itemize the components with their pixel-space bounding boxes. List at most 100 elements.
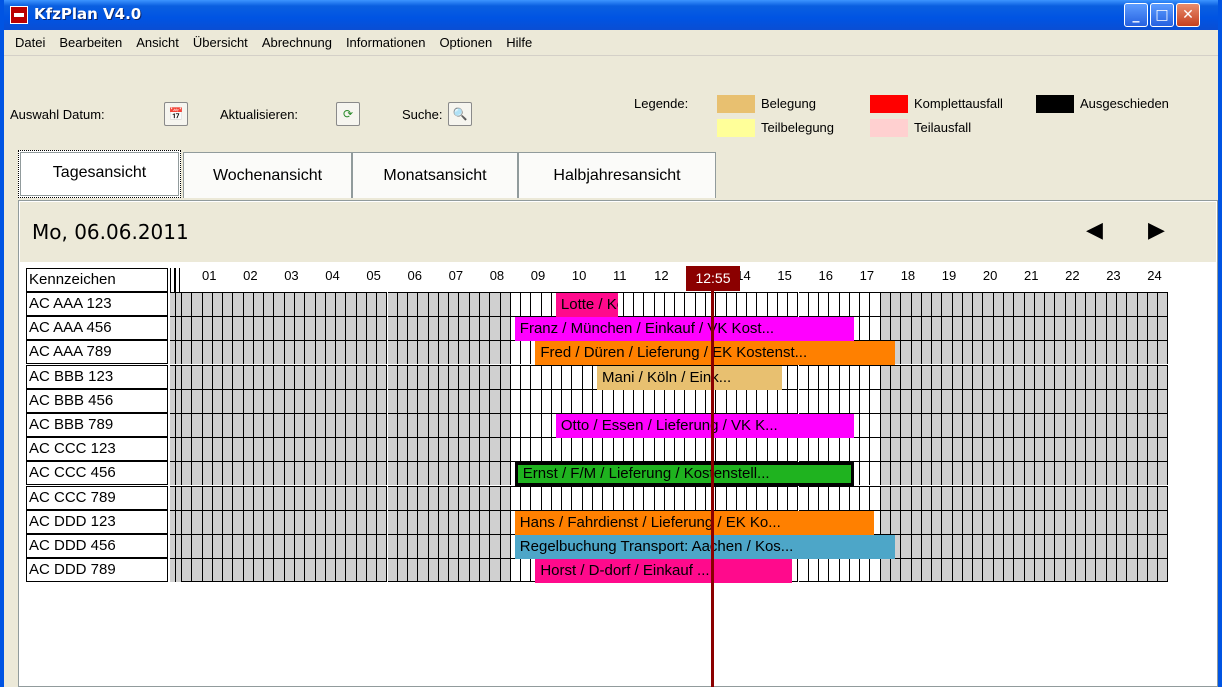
time-slot[interactable]: [521, 340, 532, 365]
time-slot[interactable]: [325, 316, 337, 341]
time-slot[interactable]: [962, 534, 974, 558]
time-slot[interactable]: [500, 364, 511, 389]
time-slot[interactable]: [880, 437, 891, 462]
time-slot[interactable]: [993, 316, 1004, 341]
time-slot[interactable]: [880, 558, 891, 583]
time-slot[interactable]: [1055, 558, 1066, 583]
time-slot[interactable]: [880, 316, 891, 341]
time-slot[interactable]: [274, 485, 285, 510]
time-slot[interactable]: [510, 292, 522, 316]
time-slot[interactable]: [1137, 316, 1148, 341]
time-slot[interactable]: [973, 364, 984, 389]
time-slot[interactable]: [880, 292, 891, 316]
time-slot[interactable]: [377, 413, 388, 437]
time-slot[interactable]: [479, 413, 491, 437]
time-slot[interactable]: [428, 413, 439, 437]
time-slot[interactable]: [438, 364, 450, 389]
time-slot[interactable]: [921, 437, 933, 462]
time-slot[interactable]: [428, 534, 439, 558]
license-plate-cell[interactable]: AC AAA 456: [26, 316, 168, 341]
time-slot[interactable]: [377, 292, 388, 316]
time-slot[interactable]: [726, 485, 737, 510]
time-slot[interactable]: [233, 364, 244, 389]
time-slot[interactable]: [295, 388, 306, 413]
time-slot[interactable]: [387, 413, 398, 437]
time-slot[interactable]: [295, 340, 306, 365]
time-slot[interactable]: [1034, 485, 1046, 510]
time-slot[interactable]: [664, 388, 676, 413]
time-slot[interactable]: [726, 437, 737, 462]
time-slot[interactable]: [942, 413, 953, 437]
time-slot[interactable]: [366, 485, 378, 510]
time-slot[interactable]: [952, 364, 963, 389]
time-slot[interactable]: [952, 509, 963, 534]
time-slot[interactable]: [644, 437, 655, 462]
time-slot[interactable]: [736, 292, 748, 316]
time-slot[interactable]: [408, 461, 419, 486]
time-slot[interactable]: [973, 292, 984, 316]
time-slot[interactable]: [418, 509, 429, 534]
time-slot[interactable]: [1096, 388, 1107, 413]
time-slot[interactable]: [315, 292, 326, 316]
time-slot[interactable]: [849, 437, 861, 462]
time-slot[interactable]: [613, 388, 624, 413]
time-slot[interactable]: [1004, 461, 1015, 486]
time-slot[interactable]: [418, 485, 429, 510]
time-slot[interactable]: [469, 340, 480, 365]
time-slot[interactable]: [202, 437, 213, 462]
time-slot[interactable]: [664, 292, 676, 316]
time-slot[interactable]: [438, 558, 450, 583]
time-slot[interactable]: [305, 413, 316, 437]
time-slot[interactable]: [202, 558, 213, 583]
time-slot[interactable]: [623, 437, 635, 462]
time-slot[interactable]: [1147, 558, 1159, 583]
time-slot[interactable]: [243, 340, 254, 365]
time-slot[interactable]: [541, 437, 552, 462]
time-slot[interactable]: [767, 292, 778, 316]
time-slot[interactable]: [469, 534, 480, 558]
time-slot[interactable]: [1024, 509, 1035, 534]
time-slot[interactable]: [582, 388, 593, 413]
time-slot[interactable]: [295, 461, 306, 486]
prev-day-icon[interactable]: ◀: [1086, 218, 1103, 243]
time-slot[interactable]: [952, 437, 963, 462]
time-slot[interactable]: [233, 388, 244, 413]
time-slot[interactable]: [264, 558, 275, 583]
time-slot[interactable]: [264, 388, 275, 413]
time-slot[interactable]: [973, 534, 984, 558]
time-slot[interactable]: [408, 534, 419, 558]
time-slot[interactable]: [777, 485, 789, 510]
time-slot[interactable]: [408, 437, 419, 462]
time-slot[interactable]: [1014, 340, 1025, 365]
time-slot[interactable]: [880, 485, 891, 510]
time-slot[interactable]: [253, 509, 265, 534]
time-slot[interactable]: [233, 437, 244, 462]
time-slot[interactable]: [1014, 534, 1025, 558]
time-slot[interactable]: [1004, 485, 1015, 510]
time-slot[interactable]: [1075, 340, 1087, 365]
time-slot[interactable]: [479, 558, 491, 583]
time-slot[interactable]: [1096, 509, 1107, 534]
time-slot[interactable]: [510, 340, 522, 365]
menu-bearbeiten[interactable]: Bearbeiten: [52, 35, 129, 50]
time-slot[interactable]: [325, 437, 337, 462]
time-slot[interactable]: [634, 388, 645, 413]
time-slot[interactable]: [747, 437, 758, 462]
time-slot[interactable]: [942, 534, 953, 558]
time-slot[interactable]: [736, 388, 748, 413]
time-slot[interactable]: [973, 485, 984, 510]
time-slot[interactable]: [202, 316, 213, 341]
time-slot[interactable]: [716, 485, 727, 510]
time-slot[interactable]: [911, 485, 922, 510]
time-slot[interactable]: [890, 364, 902, 389]
time-slot[interactable]: [531, 413, 542, 437]
time-slot[interactable]: [387, 558, 398, 583]
time-slot[interactable]: [1024, 316, 1035, 341]
time-slot[interactable]: [479, 364, 491, 389]
time-slot[interactable]: [377, 558, 388, 583]
time-slot[interactable]: [356, 509, 367, 534]
time-slot[interactable]: [490, 316, 501, 341]
time-slot[interactable]: [1004, 437, 1015, 462]
time-slot[interactable]: [253, 413, 265, 437]
time-slot[interactable]: [829, 437, 840, 462]
